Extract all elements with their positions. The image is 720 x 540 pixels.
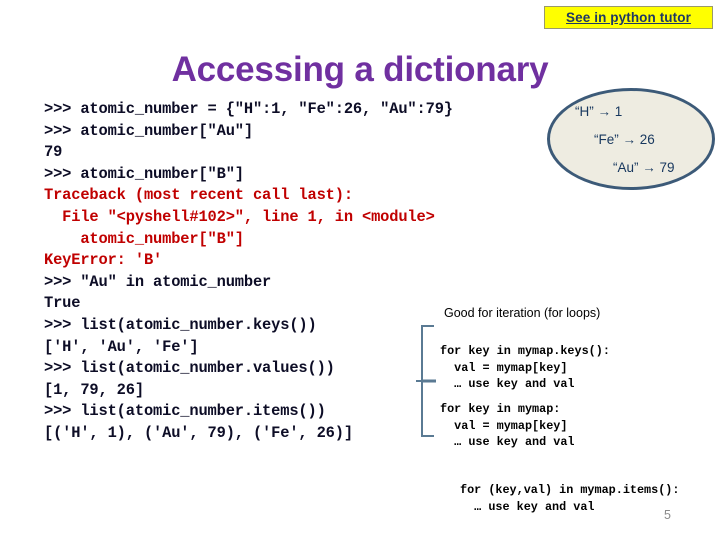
page-title: Accessing a dictionary xyxy=(171,50,549,89)
python-tutor-link-label: See in python tutor xyxy=(566,10,691,25)
slide-canvas: See in python tutor Accessing a dictiona… xyxy=(0,0,720,540)
iteration-note-heading: Good for iteration (for loops) xyxy=(444,306,601,320)
snippet-for-items: for (key,val) in mymap.items(): … use ke… xyxy=(460,483,680,514)
console-line: File "<pyshell#102>", line 1, in <module… xyxy=(44,207,435,226)
console-line: KeyError: 'B' xyxy=(44,251,163,270)
console-line: atomic_number["B"] xyxy=(44,229,244,248)
console-line: >>> atomic_number = {"H":1, "Fe":26, "Au… xyxy=(44,100,453,118)
snippet-for-mymap: for key in mymap: val = mymap[key] … use… xyxy=(440,402,575,449)
console-line: Traceback (most recent call last): xyxy=(44,186,353,205)
console-line: >>> atomic_number["B"] xyxy=(44,164,244,183)
mapping-entry-au: “Au” → 79 xyxy=(613,160,675,175)
dictionary-mapping-callout: “H” → 1 “Fe” → 26 “Au” → 79 xyxy=(547,88,715,190)
console-line: 79 xyxy=(44,143,63,162)
snippet-for-keys: for key in mymap.keys(): val = mymap[key… xyxy=(440,344,610,391)
python-console-transcript: >>> atomic_number = {"H":1, "Fe":26, "Au… xyxy=(44,99,564,445)
page-number: 5 xyxy=(664,508,671,522)
console-line: >>> atomic_number["Au"] xyxy=(44,121,253,140)
grouping-brace-icon xyxy=(416,325,436,437)
python-tutor-link[interactable]: See in python tutor xyxy=(544,6,713,29)
mapping-entry-h: “H” → 1 xyxy=(575,104,623,119)
console-line: >>> "Au" in atomic_number xyxy=(44,272,272,291)
mapping-entry-fe: “Fe” → 26 xyxy=(594,132,655,147)
